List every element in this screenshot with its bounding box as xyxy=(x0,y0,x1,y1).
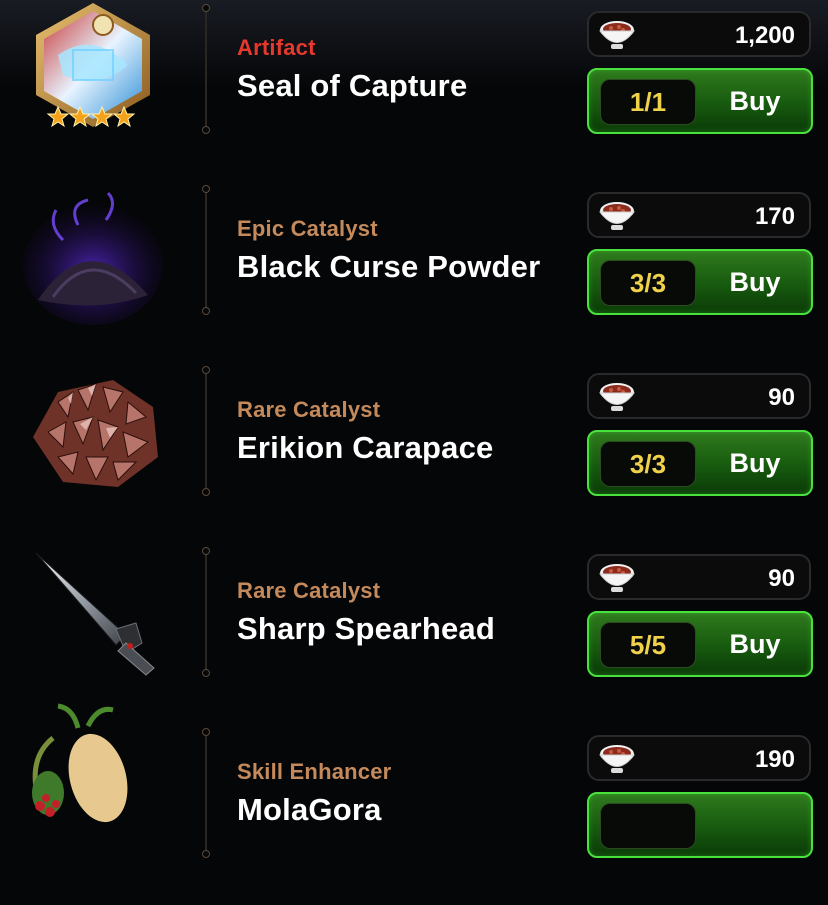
item-name: Erikion Carapace xyxy=(237,430,494,465)
item-category: Skill Enhancer xyxy=(237,759,392,784)
row-divider xyxy=(202,4,210,134)
shop-item-row: Artifact Seal of Capture 1,200 1/1 Buy xyxy=(0,0,828,181)
bowl-currency-icon xyxy=(599,21,635,49)
shop-item-row: Rare Catalyst Sharp Spearhead 90 5/5 Buy xyxy=(0,543,828,724)
black-curse-powder-icon[interactable] xyxy=(18,185,168,335)
item-price: 90 xyxy=(768,384,795,411)
row-divider xyxy=(202,547,210,677)
buy-button[interactable]: 5/5 Buy xyxy=(587,611,813,677)
stock-count: 3/3 xyxy=(600,441,696,487)
row-divider xyxy=(202,185,210,315)
stock-count: 5/5 xyxy=(600,622,696,668)
row-divider xyxy=(202,728,210,858)
item-price: 90 xyxy=(768,565,795,592)
erikion-carapace-icon[interactable] xyxy=(18,362,168,512)
item-price: 190 xyxy=(754,746,795,773)
item-category: Rare Catalyst xyxy=(237,578,381,603)
shop-item-row: Skill Enhancer MolaGora 190 xyxy=(0,703,828,905)
buy-label: Buy xyxy=(729,629,781,659)
item-category: Epic Catalyst xyxy=(237,216,378,241)
price-box: 1,200 xyxy=(587,11,811,57)
stock-count: 1/1 xyxy=(600,79,696,125)
item-price: 1,200 xyxy=(734,22,795,49)
item-name: Seal of Capture xyxy=(237,68,468,103)
shop-item-row: Rare Catalyst Erikion Carapace 90 3/3 Bu… xyxy=(0,362,828,543)
buy-label: Buy xyxy=(729,448,781,478)
bowl-currency-icon xyxy=(599,383,635,411)
shop-item-list[interactable]: Artifact Seal of Capture 1,200 1/1 Buy E… xyxy=(0,0,828,858)
price-box: 90 xyxy=(587,554,811,600)
bowl-currency-icon xyxy=(599,745,635,773)
sharp-spearhead-icon[interactable] xyxy=(18,543,168,693)
buy-button[interactable]: 3/3 Buy xyxy=(587,430,813,496)
molagora-icon[interactable] xyxy=(18,698,168,848)
item-category: Artifact xyxy=(237,35,316,60)
buy-button[interactable]: 3/3 Buy xyxy=(587,249,813,315)
bowl-currency-icon xyxy=(599,564,635,592)
buy-button[interactable] xyxy=(587,792,813,858)
item-price: 170 xyxy=(754,203,795,230)
stock-count: 3/3 xyxy=(600,260,696,306)
price-box: 170 xyxy=(587,192,811,238)
buy-label: Buy xyxy=(729,86,781,116)
bowl-currency-icon xyxy=(599,202,635,230)
stock-count xyxy=(600,803,696,849)
item-name: Sharp Spearhead xyxy=(237,611,495,646)
buy-button[interactable]: 1/1 Buy xyxy=(587,68,813,134)
item-category: Rare Catalyst xyxy=(237,397,381,422)
seal-of-capture-artifact-icon[interactable] xyxy=(18,0,168,145)
buy-label: Buy xyxy=(729,267,781,297)
shop-item-row: Epic Catalyst Black Curse Powder 170 3/3… xyxy=(0,181,828,362)
row-divider xyxy=(202,366,210,496)
price-box: 90 xyxy=(587,373,811,419)
item-name: Black Curse Powder xyxy=(237,249,541,284)
item-name: MolaGora xyxy=(237,792,382,827)
price-box: 190 xyxy=(587,735,811,781)
